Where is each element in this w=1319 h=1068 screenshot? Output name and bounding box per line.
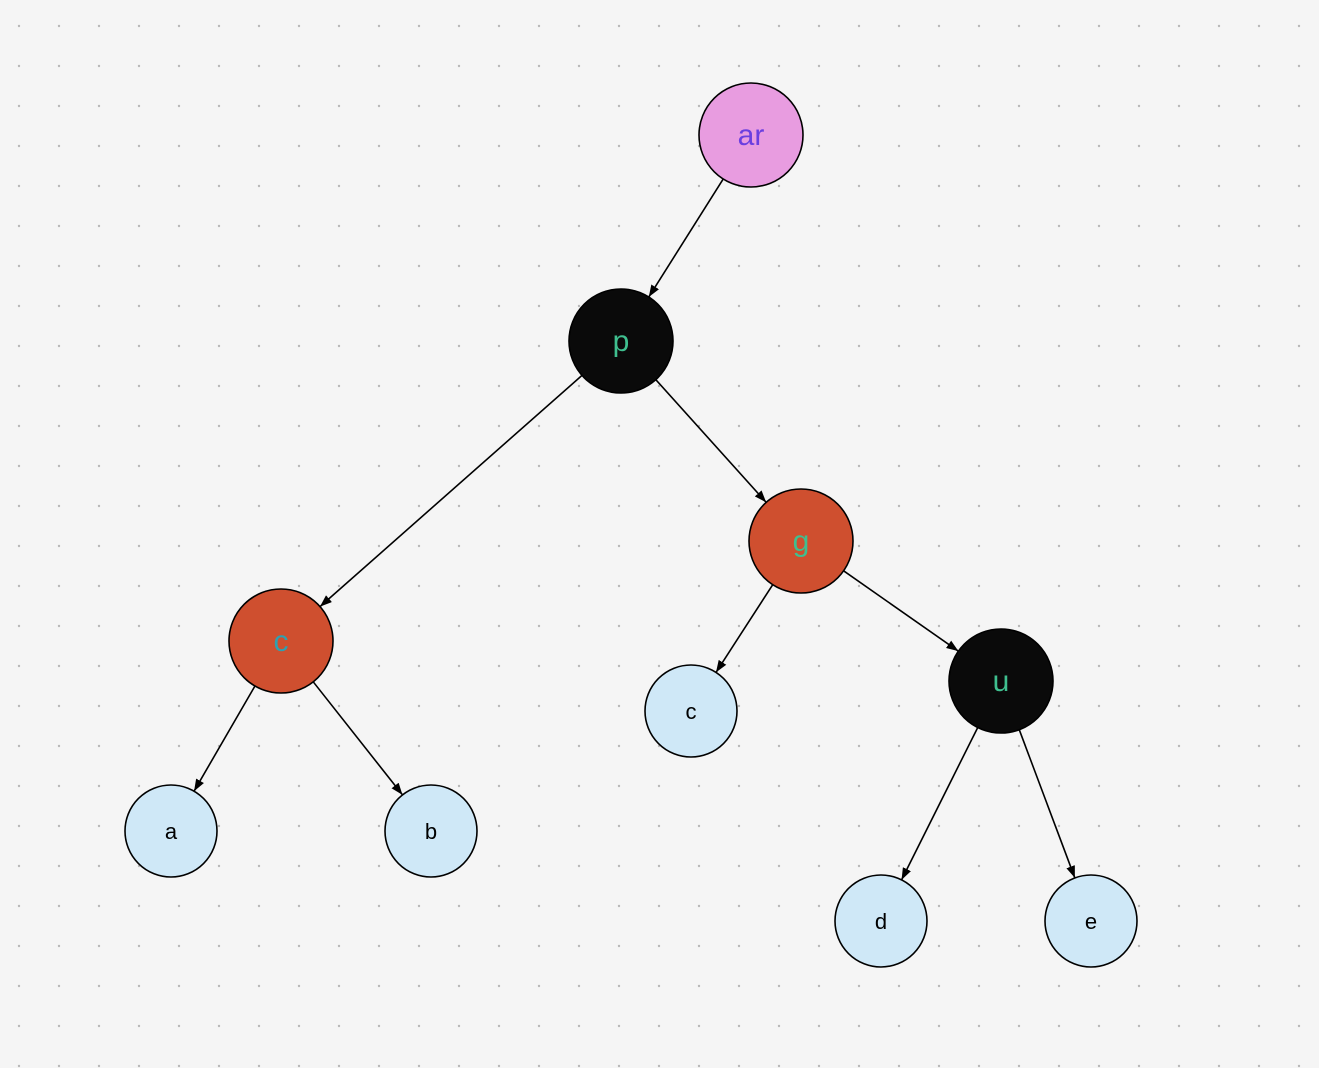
node-u[interactable]: u [949, 629, 1053, 733]
diagram-canvas[interactable]: ar p c g u a b c d e [0, 0, 1319, 1068]
nodes: ar p c g u a b c d e [125, 83, 1137, 967]
node-c2-label: c [686, 699, 697, 724]
edge-p-g [656, 380, 766, 503]
edge-u-d [902, 728, 978, 880]
node-b[interactable]: b [385, 785, 477, 877]
node-e-label: e [1085, 909, 1097, 934]
tree-graph[interactable]: ar p c g u a b c d e [0, 0, 1319, 1068]
edge-p-c1 [320, 375, 582, 606]
node-g-label: g [793, 525, 810, 558]
node-c1[interactable]: c [229, 589, 333, 693]
node-b-label: b [425, 819, 437, 844]
node-p-label: p [613, 325, 630, 358]
edges [194, 179, 1075, 880]
node-ar-label: ar [738, 119, 765, 152]
node-d-label: d [875, 909, 887, 934]
node-c2[interactable]: c [645, 665, 737, 757]
node-e[interactable]: e [1045, 875, 1137, 967]
node-a-label: a [165, 819, 178, 844]
node-g[interactable]: g [749, 489, 853, 593]
node-u-label: u [993, 665, 1010, 698]
node-c1-label: c [274, 625, 289, 658]
node-a[interactable]: a [125, 785, 217, 877]
node-d[interactable]: d [835, 875, 927, 967]
edge-c1-b [313, 682, 402, 795]
node-p[interactable]: p [569, 289, 673, 393]
edge-ar-p [649, 179, 724, 297]
edge-g-c2 [716, 585, 773, 673]
edge-u-e [1019, 730, 1075, 878]
node-ar[interactable]: ar [699, 83, 803, 187]
edge-c1-a [194, 686, 255, 791]
edge-g-u [844, 571, 959, 651]
